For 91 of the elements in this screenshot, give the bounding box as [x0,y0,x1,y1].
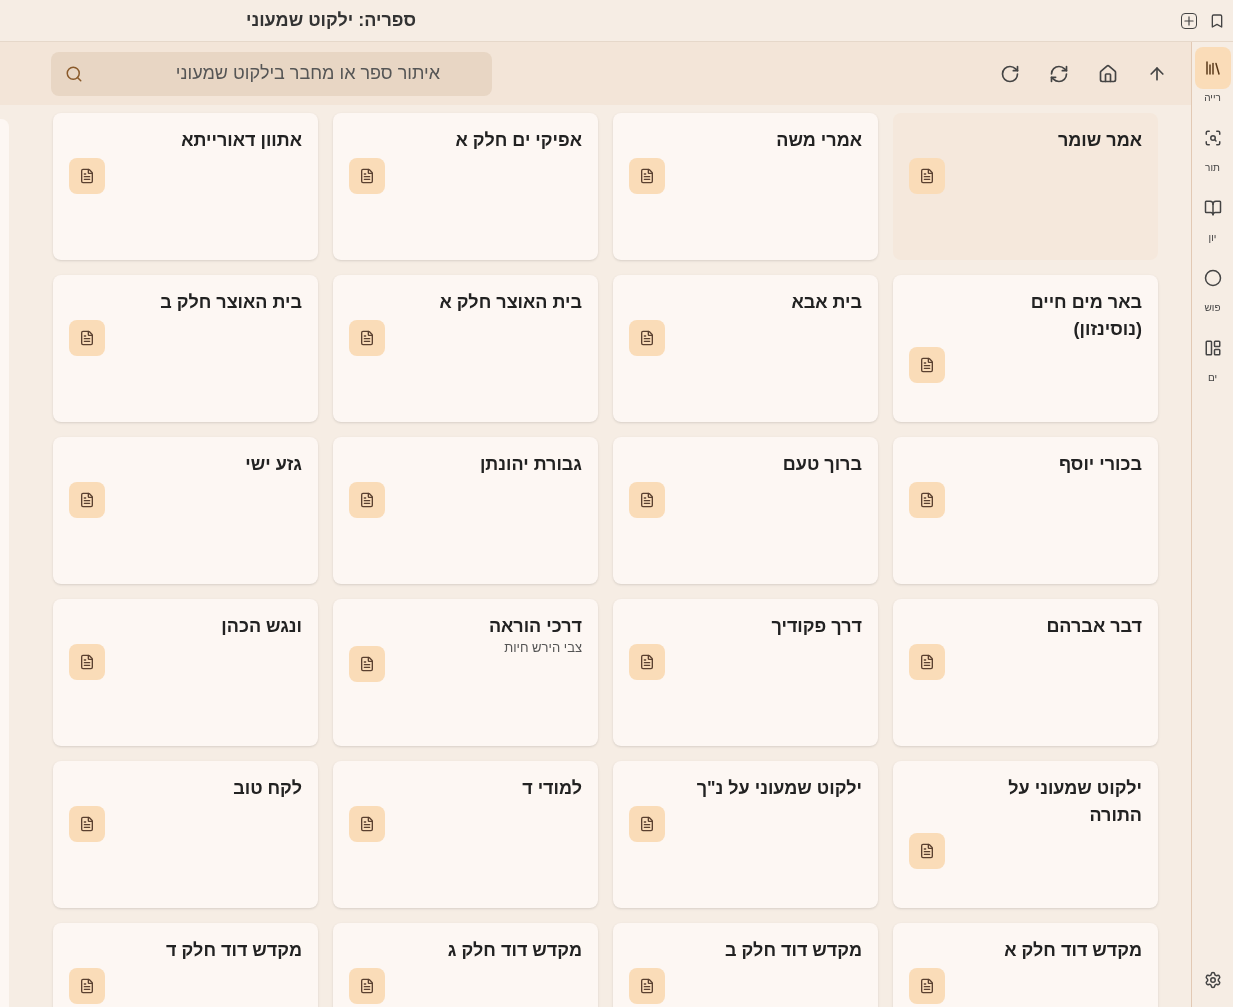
book-card[interactable]: ילקוט שמעוני על נ"ך [613,761,878,908]
book-card[interactable]: מקדש דוד חלק ב [613,923,878,1007]
document-icon [349,482,385,518]
book-title: למודי ד [521,777,582,800]
sidebar-item[interactable]: פוש [1193,257,1232,313]
document-icon [349,158,385,194]
book-card[interactable]: בית אבא [613,275,878,422]
book-card[interactable]: למודי ד [333,761,598,908]
book-title: בית האוצר חלק ב [159,291,302,314]
book-title: מקדש דוד חלק ד [165,939,302,962]
document-icon [349,968,385,1004]
settings-icon[interactable] [1203,971,1222,989]
book-card[interactable]: דרך פקודיך [613,599,878,746]
refresh-icon[interactable] [1000,63,1020,84]
book-title: מקדש דוד חלק א [1003,939,1142,962]
book-card[interactable]: בית האוצר חלק ב [53,275,318,422]
bookmark-icon[interactable] [1209,12,1225,29]
book-title: אפיקי ים חלק א [454,129,582,152]
book-card[interactable]: באר מים חיים (נוסינזון) [893,275,1158,422]
home-icon[interactable] [1098,63,1118,84]
library-icon [1203,59,1222,77]
document-icon [629,968,665,1004]
search-icon [65,64,83,83]
book-card[interactable]: בית האוצר חלק א [333,275,598,422]
book-title: מקדש דוד חלק ג [446,939,582,962]
document-icon [629,320,665,356]
document-icon [69,482,105,518]
document-icon [909,644,945,680]
book-card[interactable]: גבורת יהונתן [333,437,598,584]
window-title: ספריה: ילקוט שמעוני [246,9,416,32]
document-icon [69,806,105,842]
document-icon [629,644,665,680]
document-icon [909,833,945,869]
book-title: בכורי יוסף [1057,453,1142,476]
document-icon [69,158,105,194]
book-title: באר מים חיים (נוסינזון) [1029,291,1142,341]
book-card[interactable]: אפיקי ים חלק א [333,113,598,260]
sidebar-item[interactable]: יון [1193,187,1232,243]
book-title: ונגש הכהן [220,615,302,638]
book-title: אמרי משה [775,129,862,152]
document-icon [629,482,665,518]
book-card[interactable]: ברוך טעם [613,437,878,584]
book-title: בית האוצר חלק א [438,291,582,314]
book-title: בית אבא [790,291,862,314]
sidebar-item[interactable]: תור [1193,117,1232,173]
book-card[interactable]: אמרי משה [613,113,878,260]
book-card[interactable]: דבר אברהם [893,599,1158,746]
document-icon [349,646,385,682]
document-icon [909,968,945,1004]
book-title: ברוך טעם [781,453,862,476]
book-title: לקח טוב [232,777,302,800]
book-title: אתוון דאורייתא [180,129,302,152]
book-title: דבר אברהם [1045,615,1142,638]
book-card[interactable]: אמר שומר [893,113,1158,260]
book-title: גזע ישי [244,453,302,476]
new-tab-icon[interactable] [1181,12,1197,29]
document-icon [349,320,385,356]
book-card[interactable]: מקדש דוד חלק ד [53,923,318,1007]
book-card[interactable]: מקדש דוד חלק ג [333,923,598,1007]
document-icon [629,158,665,194]
document-icon [629,806,665,842]
book-title: מקדש דוד חלק ב [723,939,862,962]
document-icon [909,347,945,383]
document-icon [69,968,105,1004]
book-card[interactable]: דרכי הוראה צבי הירש חיות [333,599,598,746]
document-icon [909,482,945,518]
book-author: צבי הירש חיות [503,640,582,656]
book-card[interactable]: גזע ישי [53,437,318,584]
book-title: דרך פקודיך [770,615,862,638]
book-card[interactable]: אתוון דאורייתא [53,113,318,260]
search-field[interactable]: איתור ספר או מחבר בילקוט שמעוני [51,51,492,96]
document-icon [909,158,945,194]
document-icon [69,644,105,680]
book-icon [1203,199,1222,217]
book-title: ילקוט שמעוני על התורה [1007,777,1142,827]
book-title: אמר שומר [1056,129,1142,152]
book-card[interactable]: ילקוט שמעוני על התורה [893,761,1158,908]
document-icon [69,320,105,356]
book-card[interactable]: מקדש דוד חלק א [893,923,1158,1007]
sidebar-item[interactable]: ים [1193,327,1232,383]
sync-icon[interactable] [1049,63,1069,84]
book-title: דרכי הוראה [487,615,582,638]
layout-icon [1203,339,1222,357]
circle-icon [1203,269,1222,287]
book-card[interactable]: לקח טוב [53,761,318,908]
book-title: ילקוט שמעוני על נ"ך [695,777,862,800]
book-title: גבורת יהונתן [478,453,582,476]
document-icon [349,806,385,842]
book-card[interactable]: בכורי יוסף [893,437,1158,584]
book-card[interactable]: ונגש הכהן [53,599,318,746]
find-icon [1203,129,1222,147]
